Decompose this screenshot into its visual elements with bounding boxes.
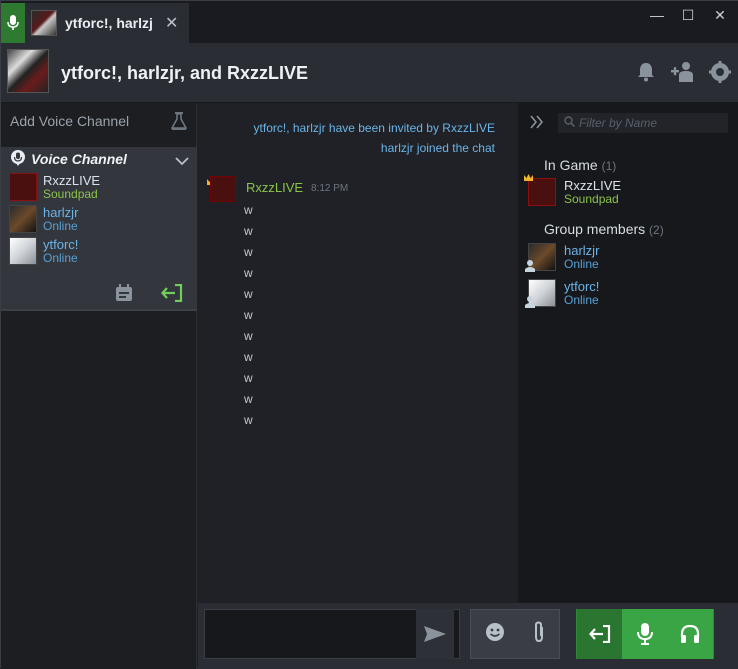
member-name: RxzzLIVE (564, 177, 622, 193)
member-name: harlzjr (564, 242, 600, 258)
gear-icon[interactable] (707, 59, 733, 85)
message-line: w (244, 308, 253, 322)
leave-voice-button[interactable] (577, 609, 623, 659)
search-icon (564, 116, 576, 130)
tab-close-icon[interactable]: ✕ (165, 13, 178, 33)
voice-controls (576, 609, 714, 659)
avatar (9, 237, 37, 265)
emoji-icon[interactable] (485, 622, 505, 647)
voice-active-icon (1, 3, 25, 43)
message-line: w (244, 287, 253, 301)
tab-title: ytforc!, harlzjr (65, 15, 153, 31)
message-line: w (244, 224, 253, 238)
member-row[interactable]: RxzzLIVE Soundpad (524, 174, 622, 207)
message-line: w (244, 350, 253, 364)
voice-channel-header[interactable]: Voice Channel (1, 147, 197, 171)
group-members-count: (2) (649, 223, 664, 237)
message-timestamp: 8:12 PM (311, 183, 349, 194)
member-status: Online (564, 256, 599, 271)
group-members-label: Group members (544, 221, 646, 237)
leave-voice-icon[interactable] (161, 283, 183, 307)
voice-channels-panel: Add Voice Channel Voice Channel RxzzLIVE (1, 103, 197, 669)
microphone-button[interactable] (622, 609, 668, 659)
message-author-avatar[interactable] (210, 176, 236, 202)
leave-voice-icon (588, 625, 610, 643)
close-window-button[interactable]: ✕ (705, 5, 735, 25)
message-author-name[interactable]: RxzzLIVE (246, 180, 303, 195)
maximize-button[interactable]: ☐ (673, 5, 703, 25)
avatar (525, 279, 556, 308)
add-friend-icon[interactable] (670, 59, 696, 85)
voice-channel-mic-icon (11, 149, 25, 169)
paperclip-icon[interactable] (532, 620, 546, 648)
user-icon (525, 296, 535, 308)
voice-channel-toolbar (1, 281, 197, 309)
chat-history: ytforc!, harlzjr have been invited by Rx… (198, 103, 517, 603)
voice-channel-title: Voice Channel (31, 151, 127, 167)
calendar-icon[interactable] (115, 283, 133, 307)
voice-member-name: ytforc! (43, 237, 79, 252)
group-avatar (31, 10, 57, 36)
member-row[interactable]: harlzjr Online (525, 242, 600, 272)
member-row[interactable]: ytforc! Online (525, 278, 600, 308)
in-game-header: In Game (1) (544, 157, 616, 173)
user-icon (525, 260, 535, 272)
avatar (525, 243, 556, 272)
collapse-panel-icon[interactable] (530, 115, 544, 134)
send-icon (424, 626, 446, 642)
message-line: w (244, 245, 253, 259)
voice-channel-card[interactable]: Voice Channel RxzzLIVE Soundpad harlzjr … (1, 147, 197, 311)
voice-member-row[interactable]: RxzzLIVE Soundpad (1, 171, 197, 203)
message-line: w (244, 371, 253, 385)
add-voice-channel-button[interactable]: Add Voice Channel (1, 103, 197, 139)
message-line: w (244, 392, 253, 406)
headphones-button[interactable] (667, 609, 713, 659)
emoji-attach-group (470, 609, 560, 659)
filter-input[interactable]: Filter by Name (558, 113, 728, 133)
group-members-header: Group members (2) (544, 221, 664, 237)
member-status: Online (564, 292, 599, 307)
crown-icon (524, 174, 533, 181)
minimize-button[interactable]: — (642, 5, 672, 25)
voice-member-status: Online (43, 251, 78, 265)
member-name: ytforc! (564, 278, 600, 294)
send-button[interactable] (416, 609, 454, 659)
avatar (9, 205, 37, 233)
voice-member-status: Soundpad (43, 187, 98, 201)
system-message: harlzjr joined the chat (380, 141, 495, 155)
voice-member-name: harlzjr (43, 205, 79, 220)
voice-member-row[interactable]: ytforc! Online (1, 235, 197, 267)
members-panel: Filter by Name In Game (1) RxzzLIVE Soun… (518, 103, 738, 603)
chat-header: ytforc!, harlzjr, and RxzzLIVE (1, 43, 738, 103)
headphones-icon (681, 624, 700, 643)
chat-tab[interactable]: ytforc!, harlzjr ✕ (1, 3, 189, 43)
composer-bar (198, 603, 738, 669)
member-status: Soundpad (564, 191, 619, 206)
microphone-icon (636, 623, 653, 645)
group-avatar-large (7, 49, 49, 93)
filter-placeholder: Filter by Name (579, 116, 658, 130)
message-line: w (244, 203, 253, 217)
flask-icon[interactable] (170, 112, 188, 133)
voice-member-status: Online (43, 219, 78, 233)
title-bar: ytforc!, harlzjr ✕ — ☐ ✕ (1, 1, 738, 43)
in-game-count: (1) (601, 159, 617, 173)
message-line: w (244, 266, 253, 280)
chat-title: ytforc!, harlzjr, and RxzzLIVE (61, 63, 309, 83)
chat-window: ytforc!, harlzjr ✕ — ☐ ✕ ytforc!, harlzj… (0, 0, 738, 669)
avatar (9, 173, 37, 201)
voice-member-name: RxzzLIVE (43, 173, 101, 188)
voice-member-row[interactable]: harlzjr Online (1, 203, 197, 235)
avatar (524, 174, 556, 206)
system-message: ytforc!, harlzjr have been invited by Rx… (253, 121, 495, 135)
message-line: w (244, 329, 253, 343)
chevron-down-icon[interactable] (175, 153, 189, 169)
in-game-label: In Game (544, 157, 598, 173)
bell-icon[interactable] (633, 59, 659, 85)
add-voice-channel-label: Add Voice Channel (10, 113, 130, 129)
message-line: w (244, 413, 253, 427)
